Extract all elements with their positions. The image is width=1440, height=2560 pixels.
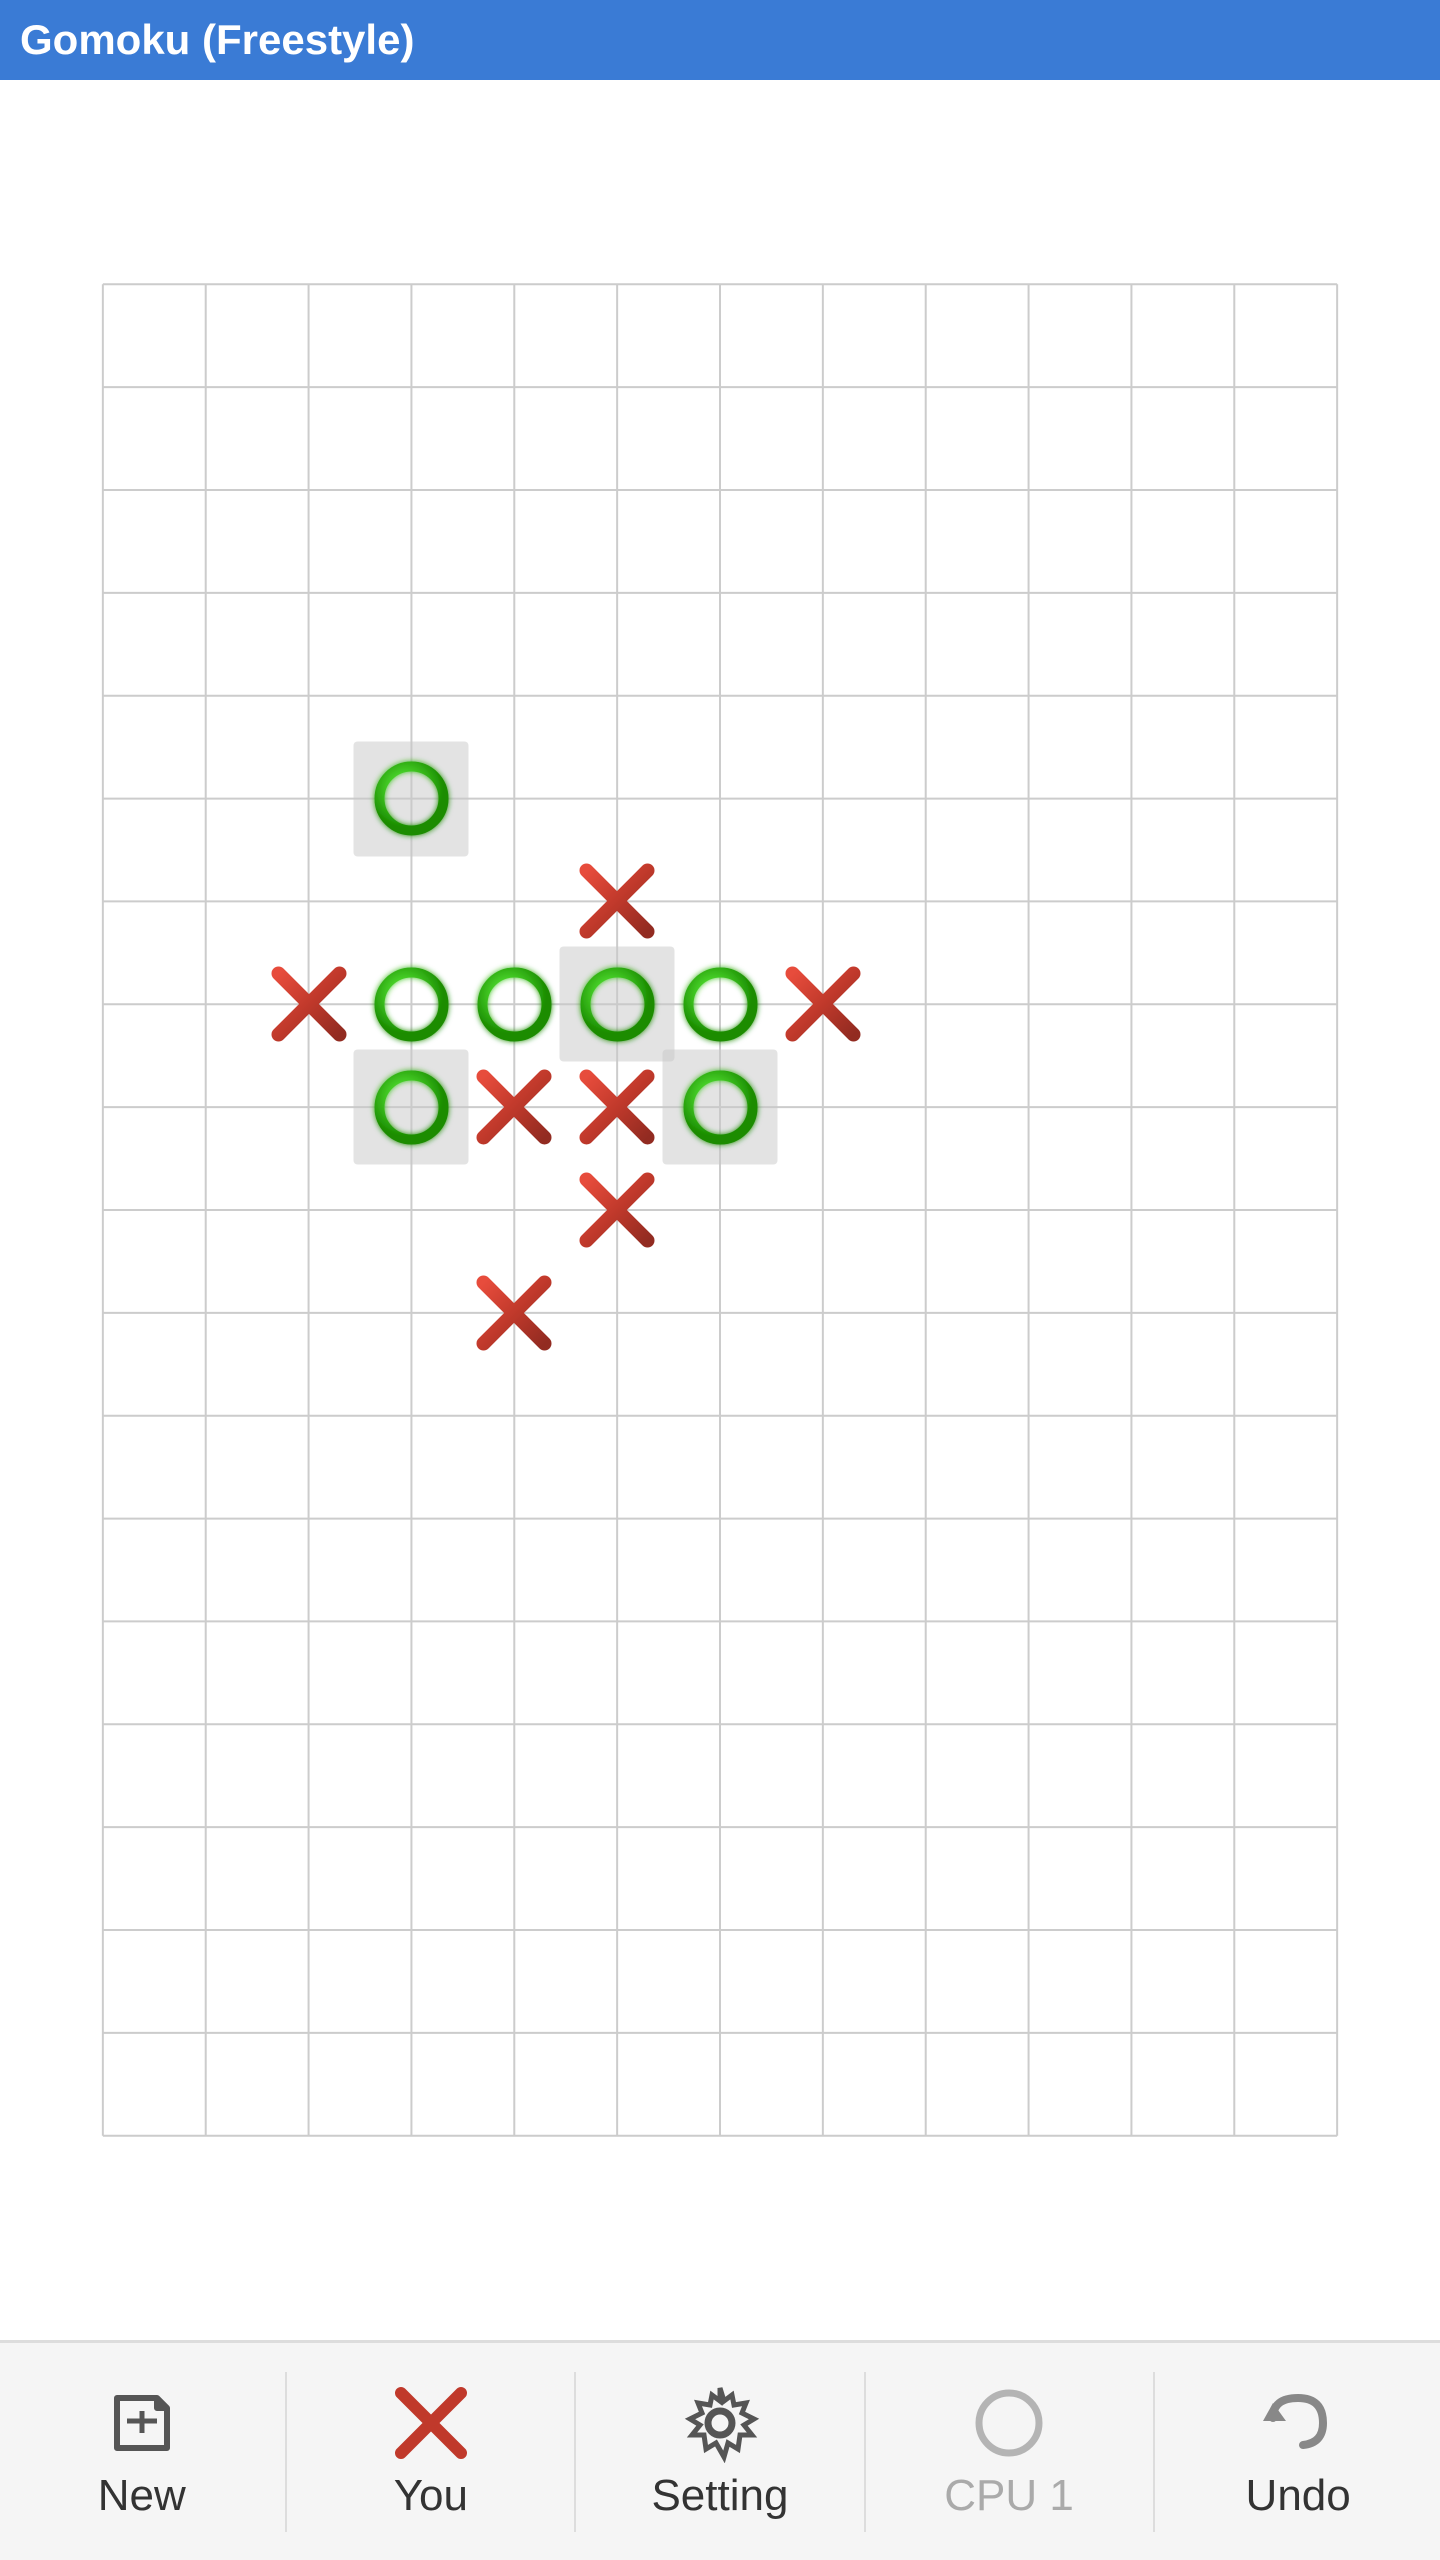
setting-label: Setting [651,2471,788,2521]
piece-circle [663,947,778,1062]
setting-button[interactable]: Setting [580,2352,860,2552]
you-label: You [394,2471,468,2521]
piece-cross [560,844,675,959]
undo-label: Undo [1246,2471,1351,2521]
new-icon [102,2383,182,2463]
piece-cross [457,1255,572,1370]
piece-circle [663,1050,778,1165]
bottom-bar: New You Setting CPU 1 [0,2340,1440,2560]
piece-circle [560,947,675,1062]
cpu1-button[interactable]: CPU 1 [869,2352,1149,2552]
title-bar: Gomoku (Freestyle) [0,0,1440,80]
undo-icon [1258,2383,1338,2463]
cpu1-label: CPU 1 [944,2471,1074,2521]
divider-2 [574,2372,576,2532]
game-board[interactable] [0,80,1440,2340]
piece-cross [251,947,366,1062]
pieces-layer [0,80,1440,2340]
piece-circle [354,1050,469,1165]
piece-cross [457,1050,572,1165]
undo-button[interactable]: Undo [1158,2352,1438,2552]
piece-cross [560,1050,675,1165]
divider-1 [285,2372,287,2532]
new-button[interactable]: New [2,2352,282,2552]
setting-icon [680,2383,760,2463]
you-button[interactable]: You [291,2352,571,2552]
you-icon [391,2383,471,2463]
divider-4 [1153,2372,1155,2532]
game-board-container[interactable] [0,80,1440,2340]
divider-3 [864,2372,866,2532]
piece-circle [457,947,572,1062]
piece-circle [354,947,469,1062]
piece-cross [765,947,880,1062]
piece-circle [354,741,469,856]
cpu1-icon [969,2383,1049,2463]
piece-cross [560,1153,675,1268]
game-title: Gomoku (Freestyle) [20,16,414,64]
new-label: New [98,2471,186,2521]
